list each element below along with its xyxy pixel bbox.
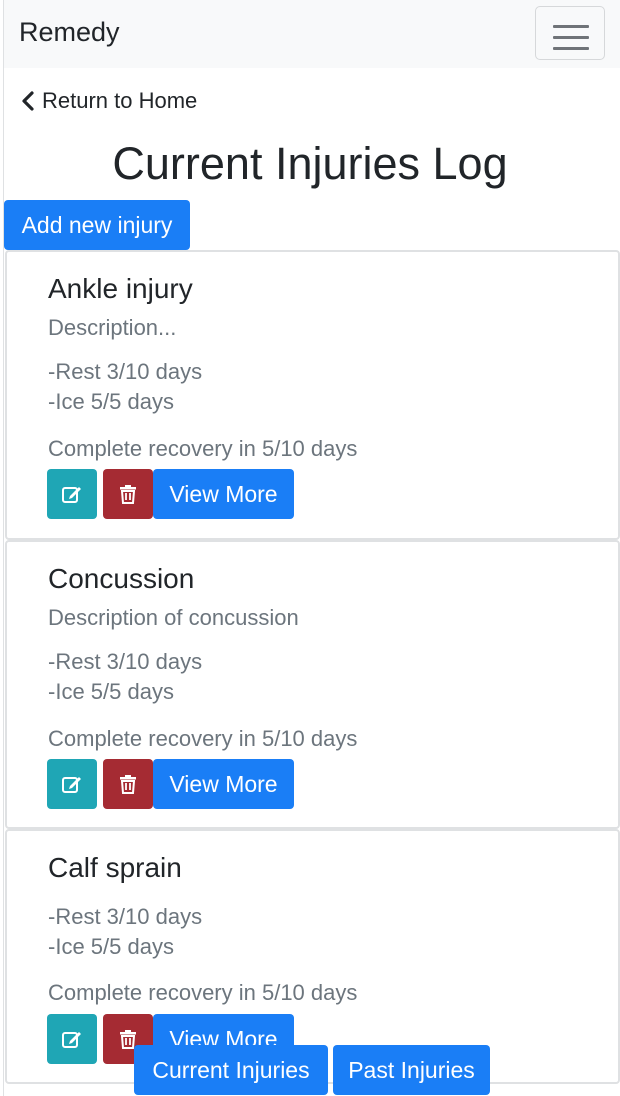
view-more-button[interactable]: View More bbox=[153, 469, 294, 519]
injury-title: Ankle injury bbox=[48, 273, 193, 304]
brand-logo[interactable]: Remedy bbox=[19, 17, 120, 48]
edit-button[interactable] bbox=[47, 1014, 97, 1064]
injury-description: Description... bbox=[48, 315, 177, 340]
edit-icon bbox=[62, 487, 81, 503]
trash-icon bbox=[120, 775, 136, 794]
return-home-link[interactable]: Return to Home bbox=[20, 88, 197, 114]
treatment-rest: -Rest 3/10 days bbox=[48, 649, 203, 674]
add-injury-button[interactable]: Add new injury bbox=[4, 200, 190, 250]
edit-button[interactable] bbox=[47, 469, 97, 519]
tab-past-injuries[interactable]: Past Injuries bbox=[333, 1045, 490, 1095]
treatment-rest: -Rest 3/10 days bbox=[48, 904, 203, 929]
edit-icon bbox=[62, 777, 81, 793]
delete-button[interactable] bbox=[103, 469, 153, 519]
injury-title: Calf sprain bbox=[48, 852, 182, 883]
delete-button[interactable] bbox=[103, 759, 153, 809]
trash-icon bbox=[120, 485, 136, 504]
hamburger-icon bbox=[553, 25, 589, 28]
menu-toggle-button[interactable] bbox=[535, 6, 605, 60]
injury-card: Concussion Description of concussion -Re… bbox=[5, 540, 620, 829]
page-title: Current Injuries Log bbox=[112, 138, 508, 189]
treatment-rest: -Rest 3/10 days bbox=[48, 359, 203, 384]
treatment-ice: -Ice 5/5 days bbox=[48, 679, 174, 704]
treatment-ice: -Ice 5/5 days bbox=[48, 389, 174, 414]
view-more-button[interactable]: View More bbox=[153, 759, 294, 809]
edit-button[interactable] bbox=[47, 759, 97, 809]
treatment-ice: -Ice 5/5 days bbox=[48, 934, 174, 959]
navbar: Remedy bbox=[4, 0, 620, 68]
recovery-status: Complete recovery in 5/10 days bbox=[48, 436, 358, 461]
tab-current-injuries[interactable]: Current Injuries bbox=[134, 1045, 328, 1095]
recovery-status: Complete recovery in 5/10 days bbox=[48, 980, 358, 1005]
injury-title: Concussion bbox=[48, 563, 195, 594]
chevron-left-icon bbox=[22, 91, 34, 111]
recovery-status: Complete recovery in 5/10 days bbox=[48, 726, 358, 751]
injury-card: Ankle injury Description... -Rest 3/10 d… bbox=[5, 250, 620, 540]
hamburger-icon-middle bbox=[553, 36, 589, 39]
return-home-label: Return to Home bbox=[42, 88, 198, 113]
injury-description: Description of concussion bbox=[48, 605, 299, 630]
hamburger-icon-bottom bbox=[553, 47, 589, 50]
edit-icon bbox=[62, 1032, 81, 1048]
